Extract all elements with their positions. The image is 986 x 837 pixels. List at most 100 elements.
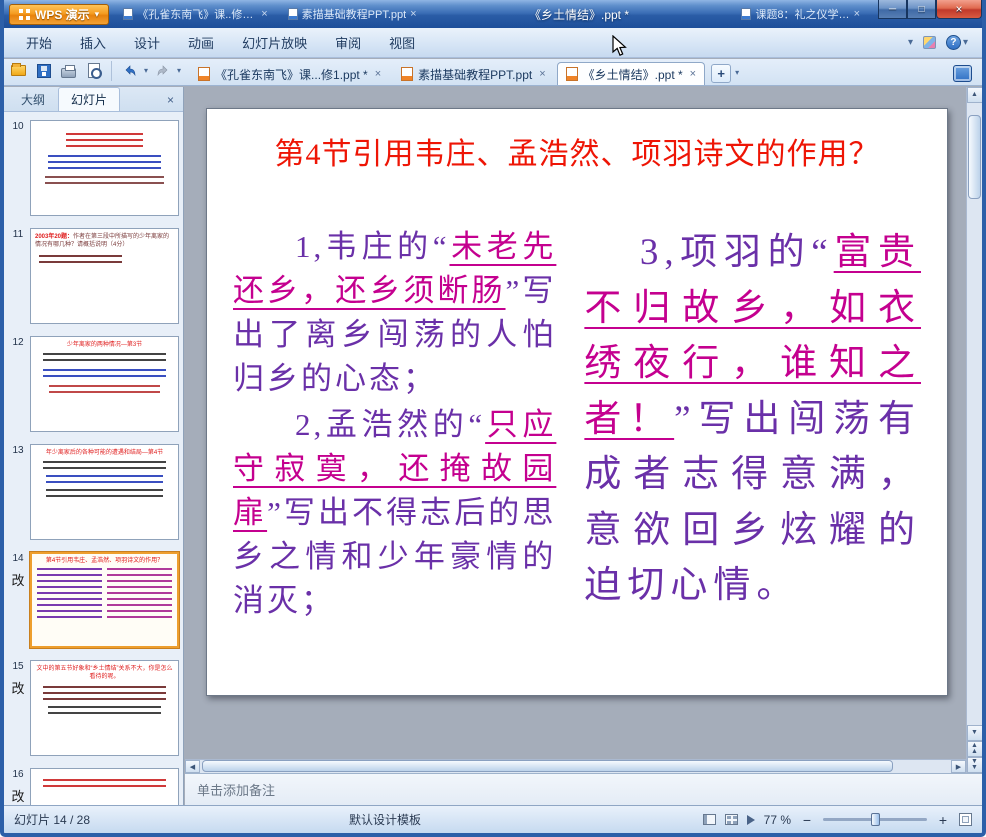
tab-outline[interactable]: 大纲 [8, 87, 58, 111]
slide-thumbnail-12[interactable]: 少年离家的两种情况—第3节 [30, 336, 179, 432]
window-layout-icon[interactable] [953, 65, 972, 82]
slide-14[interactable]: 第4节引用韦庄、孟浩然、项羽诗文的作用？ 1,韦庄的“未老先还乡，还乡须断肠”写… [206, 108, 948, 696]
next-slide-button[interactable]: ▼ ▼ [966, 757, 982, 773]
slideshow-play-button[interactable] [746, 814, 755, 825]
titlebar-tab-3[interactable]: 课题8：礼之仪学… × [735, 4, 866, 24]
help-icon: ? [945, 35, 961, 50]
close-button[interactable]: × [936, 0, 982, 19]
slide-number: 10 [12, 121, 24, 132]
maximize-button[interactable]: □ [907, 0, 936, 19]
slide-canvas[interactable]: 第4节引用韦庄、孟浩然、项羽诗文的作用？ 1,韦庄的“未老先还乡，还乡须断肠”写… [185, 87, 966, 759]
slide-thumbnail-14-selected[interactable]: 第4节引用韦庄、孟浩然、项羽诗文的作用？ [30, 552, 179, 648]
save-button[interactable] [33, 60, 54, 81]
open-folder-button[interactable] [8, 60, 29, 81]
close-icon[interactable]: × [854, 8, 860, 20]
close-icon[interactable]: × [539, 68, 545, 80]
close-icon[interactable]: × [690, 68, 696, 80]
print-preview-button[interactable] [83, 60, 104, 81]
document-icon [287, 8, 298, 20]
fit-to-window-icon[interactable] [959, 813, 972, 826]
app-button-label: WPS 演示 [35, 7, 90, 22]
thumbnail-heading: 2003年20题： [35, 234, 74, 240]
window-title: 《乡土情结》.ppt * [529, 7, 630, 22]
normal-view-button[interactable] [702, 814, 716, 825]
titlebar-tab-label: 课题8：礼之仪学… [755, 9, 850, 21]
slide-title[interactable]: 第4节引用韦庄、孟浩然、项羽诗文的作用？ [229, 129, 925, 173]
horizontal-scrollbar[interactable]: ◀ ▶ [185, 759, 966, 773]
zoom-slider-thumb[interactable] [871, 813, 880, 826]
help-button[interactable]: ? ▾ [945, 35, 968, 50]
chevron-down-icon[interactable]: ▾ [144, 66, 148, 75]
chevron-down-icon[interactable]: ▾ [908, 37, 913, 48]
menu-animation[interactable]: 动画 [174, 28, 228, 57]
undo-icon [125, 64, 135, 76]
text-run: 2,孟浩然的“ [295, 407, 486, 443]
chevron-down-icon[interactable]: ▾ [735, 68, 739, 77]
chevron-down-icon[interactable]: ▾ [177, 66, 181, 75]
wps-app-button[interactable]: WPS 演示 ▾ [9, 3, 110, 25]
text-lines-decor [65, 133, 144, 151]
undo-button[interactable] [119, 60, 140, 81]
folder-icon [11, 63, 26, 76]
minimize-button[interactable]: ─ [878, 0, 907, 19]
horizontal-scroll-track[interactable] [200, 760, 951, 773]
vertical-scroll-thumb[interactable] [967, 115, 981, 199]
panel-tabs: 大纲 幻灯片 × [4, 87, 183, 112]
text-lines-decor [37, 568, 102, 622]
new-document-tab-button[interactable]: + [711, 64, 732, 83]
thumbnail-gutter: 13 [6, 444, 30, 540]
slide-thumbnail-15[interactable]: 文中的第五节好象和“乡土情结”关系不大，你是怎么看待的呢。 [30, 660, 179, 756]
thumbnail-heading: 少年离家的两种情况—第3节 [66, 342, 143, 348]
doc-tab-xiangtu-active[interactable]: 《乡土情结》.ppt * × [556, 62, 706, 85]
text-lines-decor [47, 706, 162, 718]
wps-logo-icon [19, 8, 30, 20]
menu-review[interactable]: 审阅 [321, 28, 375, 57]
doc-tab-sumiao[interactable]: 素描基础教程PPT.ppt × [392, 62, 554, 85]
scroll-left-button[interactable]: ◀ [185, 760, 200, 773]
previous-slide-button[interactable]: ▲ ▲ [966, 741, 982, 757]
zoom-out-button[interactable]: − [800, 813, 814, 827]
titlebar-tab-1[interactable]: 《孔雀东南飞》课..修1） × [117, 4, 273, 24]
doc-tab-kongque[interactable]: 《孔雀东南飞》课...修1.ppt * × [189, 62, 390, 85]
slide-text-left-column[interactable]: 1,韦庄的“未老先还乡，还乡须断肠”写出了离乡闯荡的人怕归乡的心态； 2,孟浩然… [233, 225, 556, 623]
zoom-in-button[interactable]: + [936, 813, 950, 827]
slide-text-right-column[interactable]: 3,项羽的“富贵不归故乡，如衣绣夜行，谁知之者！”写出闯荡有成者志得意满，意欲回… [584, 225, 921, 623]
close-panel-icon[interactable]: × [162, 93, 179, 111]
close-icon[interactable]: × [375, 68, 381, 80]
scroll-right-button[interactable]: ▶ [951, 760, 966, 773]
zoom-slider[interactable] [823, 813, 927, 826]
scroll-down-button[interactable]: ▼ [966, 725, 982, 741]
thumbnail-gutter: 15 改 [6, 660, 30, 756]
menu-view[interactable]: 视图 [375, 28, 429, 57]
vertical-scroll-track[interactable] [967, 103, 983, 725]
thumbnail-gutter: 16 改 [6, 768, 30, 805]
notes-pane[interactable]: 单击添加备注 [185, 773, 982, 805]
menu-design[interactable]: 设计 [120, 28, 174, 57]
skin-theme-icon[interactable] [922, 36, 936, 49]
tab-slides[interactable]: 幻灯片 [58, 87, 121, 111]
menu-slideshow[interactable]: 幻灯片放映 [228, 28, 321, 57]
close-icon[interactable]: × [410, 8, 416, 20]
slide-thumbnail-10[interactable] [30, 120, 179, 216]
thumbnail-row: 10 [6, 120, 179, 216]
thumbnail-row: 16 改 [6, 768, 179, 805]
text-lines-decor [39, 255, 123, 265]
close-icon[interactable]: × [261, 8, 267, 20]
slide-thumbnail-16[interactable] [30, 768, 179, 805]
design-template-label[interactable]: 默认设计模板 [349, 811, 421, 828]
slide-thumbnail-13[interactable]: 年少离家后的各种可能的遭遇和结局—第4节 [30, 444, 179, 540]
print-button[interactable] [58, 60, 79, 81]
titlebar-tab-2[interactable]: 素描基础教程PPT.ppt × [282, 4, 423, 24]
ppt-file-icon [565, 67, 578, 81]
slide-position-indicator: 幻灯片 14 / 28 [14, 813, 91, 827]
horizontal-scroll-thumb[interactable] [202, 760, 893, 772]
scroll-up-button[interactable]: ▲ [966, 87, 982, 103]
slide-thumbnail-11[interactable]: 2003年20题：作者在第三段中所描写的少年离家的情况有哪几种？请概括说明（4分… [30, 228, 179, 324]
menu-insert[interactable]: 插入 [66, 28, 120, 57]
chevron-down-icon: ▾ [94, 8, 100, 19]
slide-sorter-view-button[interactable] [724, 814, 738, 825]
redo-button[interactable] [152, 60, 173, 81]
text-lines-decor [44, 176, 165, 188]
vertical-scrollbar[interactable]: ▲ ▼ ▲ ▲ ▼ ▼ [966, 87, 982, 773]
menu-home[interactable]: 开始 [12, 28, 66, 57]
